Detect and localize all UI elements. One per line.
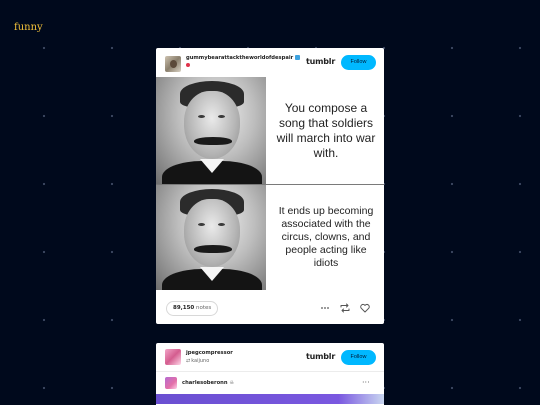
status-dot-icon <box>186 63 190 67</box>
reblogged-from[interactable]: ⇄kaijuno <box>186 358 209 364</box>
avatar[interactable] <box>165 349 181 365</box>
avatar[interactable] <box>165 377 177 389</box>
meme-image[interactable]: You compose a song that soldiers will ma… <box>156 77 384 290</box>
op-username-text[interactable]: charlesoberonn <box>182 380 228 386</box>
avatar[interactable] <box>165 56 181 72</box>
reblogged-from-name[interactable]: kaijuno <box>191 358 209 364</box>
tumblr-logo: tumblr <box>306 352 336 361</box>
meme-caption-bottom-box: It ends up becoming associated with the … <box>268 185 384 290</box>
follow-button[interactable]: Follow <box>341 350 376 365</box>
portrait-photo <box>156 185 266 290</box>
post-header: gummybearattacktheworldofdespair tumblr … <box>156 48 384 77</box>
blog-title[interactable]: funny <box>14 22 43 33</box>
more-icon[interactable]: ··· <box>362 378 370 387</box>
meme-panel-top: You compose a song that soldiers will ma… <box>156 77 384 184</box>
post-footer: 89,150 notes <box>156 290 384 324</box>
portrait-photo <box>156 77 266 184</box>
reblog-trail-row: charlesoberonn ☠ ··· <box>156 372 384 394</box>
notes-label: notes <box>195 305 212 311</box>
post-username[interactable]: gummybearattacktheworldofdespair <box>186 55 301 61</box>
follow-button[interactable]: Follow <box>341 55 376 70</box>
post-card: jpegcompressor ⇄kaijuno tumblr Follow ch… <box>156 343 384 405</box>
reblog-mini-icon: ⇄ <box>186 358 191 364</box>
more-icon[interactable] <box>319 302 331 314</box>
reblog-icon[interactable] <box>339 302 351 314</box>
username-text[interactable]: gummybearattacktheworldofdespair <box>186 55 293 61</box>
notes-count: 89,150 <box>173 305 195 311</box>
notes-button[interactable]: 89,150 notes <box>166 301 219 316</box>
verified-badge-icon <box>295 55 301 60</box>
meme-panel-bottom: It ends up becoming associated with the … <box>156 185 384 290</box>
post-username[interactable]: jpegcompressor <box>186 350 233 356</box>
post-image-preview[interactable] <box>156 394 384 404</box>
skull-badge-icon: ☠ <box>229 380 234 386</box>
like-icon[interactable] <box>359 302 371 314</box>
post-header: jpegcompressor ⇄kaijuno tumblr Follow <box>156 343 384 372</box>
meme-caption-top-box: You compose a song that soldiers will ma… <box>268 77 384 184</box>
post-card: gummybearattacktheworldofdespair tumblr … <box>156 48 384 324</box>
meme-caption-bottom: It ends up becoming associated with the … <box>278 205 374 269</box>
tumblr-logo: tumblr <box>306 57 336 66</box>
meme-caption-top: You compose a song that soldiers will ma… <box>276 100 376 160</box>
op-username[interactable]: charlesoberonn ☠ <box>182 380 234 386</box>
